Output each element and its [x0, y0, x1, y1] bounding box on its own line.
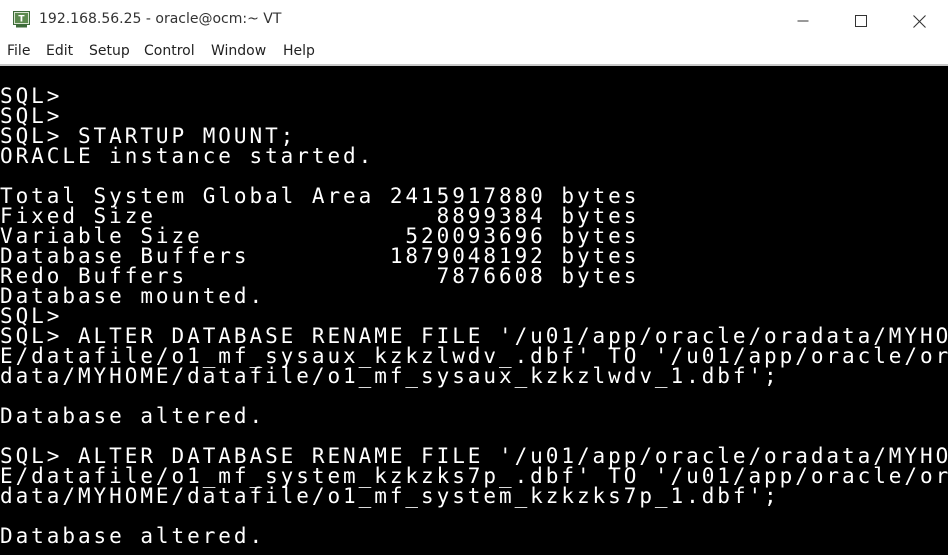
- terminal-line: data/MYHOME/datafile/o1_mf_sysaux_kzkzlw…: [0, 364, 780, 388]
- terminal-line: SQL> STARTUP MOUNT;: [0, 124, 297, 148]
- minimize-icon: [797, 20, 809, 22]
- menu-window[interactable]: Window: [211, 43, 266, 59]
- menu-setup[interactable]: Setup: [89, 43, 130, 59]
- maximize-icon: [855, 15, 867, 27]
- terminal-line: Database altered.: [0, 404, 266, 428]
- menu-control[interactable]: Control: [144, 43, 195, 59]
- menu-help[interactable]: Help: [283, 43, 315, 59]
- svg-text:T: T: [18, 15, 25, 25]
- terminal-line: E/datafile/o1_mf_sysaux_kzkzlwdv_.dbf' T…: [0, 344, 948, 368]
- terminal-line: Variable Size 520093696 bytes: [0, 224, 640, 248]
- terminal-line: E/datafile/o1_mf_system_kzkzks7p_.dbf' T…: [0, 464, 948, 488]
- terminal-line: SQL> ALTER DATABASE RENAME FILE '/u01/ap…: [0, 324, 948, 348]
- terminal-line: Database mounted.: [0, 284, 266, 308]
- terminal-line: Database altered.: [0, 524, 266, 548]
- close-button[interactable]: [890, 0, 948, 42]
- minimize-button[interactable]: [774, 0, 832, 42]
- terminal-line: SQL> ALTER DATABASE RENAME FILE '/u01/ap…: [0, 444, 948, 468]
- terminal-line: Redo Buffers 7876608 bytes: [0, 264, 640, 288]
- terminal-line: data/MYHOME/datafile/o1_mf_system_kzkzks…: [0, 484, 780, 508]
- terminal-line: SQL>: [0, 104, 63, 128]
- terminal-line: SQL>: [0, 304, 63, 328]
- terminal-line: Database Buffers 1879048192 bytes: [0, 244, 640, 268]
- title-bar[interactable]: T 192.168.56.25 - oracle@ocm:~ VT: [0, 0, 948, 42]
- terminal-line: Total System Global Area 2415917880 byte…: [0, 184, 640, 208]
- terminal-screen[interactable]: SQL> SQL> SQL> STARTUP MOUNT; ORACLE ins…: [0, 66, 948, 555]
- maximize-button[interactable]: [832, 0, 890, 42]
- menu-edit[interactable]: Edit: [46, 43, 73, 59]
- terminal-line: Fixed Size 8899384 bytes: [0, 204, 640, 228]
- window-title: 192.168.56.25 - oracle@ocm:~ VT: [39, 11, 282, 27]
- menu-bar: File Edit Setup Control Window Help: [0, 42, 948, 64]
- terminal-line: SQL>: [0, 84, 63, 108]
- terminal-window: T 192.168.56.25 - oracle@ocm:~ VT File E…: [0, 0, 948, 555]
- teraterm-app-icon[interactable]: T: [13, 11, 30, 28]
- close-icon: [912, 14, 926, 28]
- menu-file[interactable]: File: [7, 43, 30, 59]
- terminal-line: ORACLE instance started.: [0, 144, 375, 168]
